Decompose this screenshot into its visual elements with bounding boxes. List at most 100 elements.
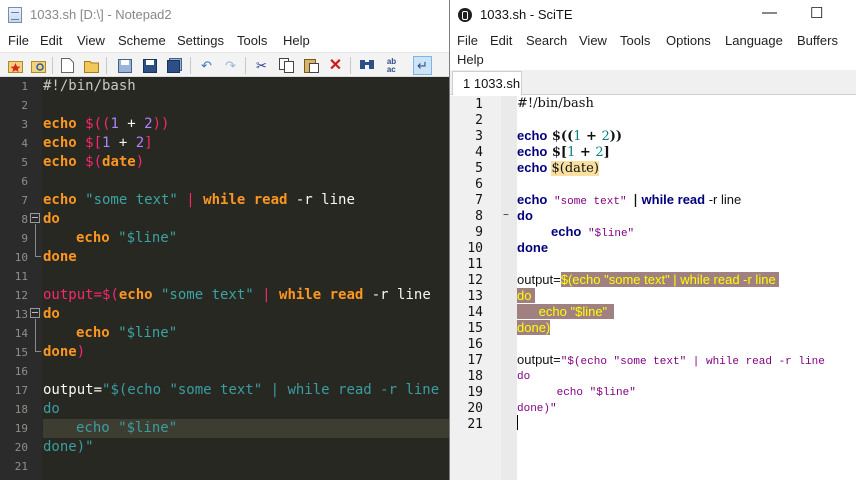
- line-number: 8: [475, 209, 483, 224]
- shebang-comment: #!/bin/bash: [517, 96, 594, 111]
- notepad2-titlebar[interactable]: 1033.sh [D:\] - Notepad2: [0, 0, 449, 30]
- string: "$(echo "some text" | while read -r line: [102, 382, 440, 398]
- np-menu-settings[interactable]: Settings: [177, 33, 224, 48]
- scite-titlebar[interactable]: 1033.sh - SciTE — ☐: [450, 0, 856, 30]
- sc-menu-search[interactable]: Search: [526, 33, 567, 48]
- sc-menu-options[interactable]: Options: [666, 33, 711, 48]
- scite-menubar: File Edit Search View Tools Options Lang…: [450, 30, 856, 70]
- redo-icon[interactable]: ↷: [221, 56, 240, 75]
- sc-menu-help[interactable]: Help: [457, 52, 484, 67]
- code-line-10: done: [43, 249, 77, 265]
- fold-collapse-icon[interactable]: [30, 308, 40, 318]
- line-number: 5: [21, 156, 28, 169]
- sc-menu-file[interactable]: File: [457, 33, 478, 48]
- np-menu-help[interactable]: Help: [283, 33, 310, 48]
- operator: $((: [547, 129, 574, 144]
- backtick-block: $(echo "some text" | while read -r line: [560, 272, 780, 287]
- keyword: while read: [637, 192, 706, 207]
- np-menu-view[interactable]: View: [77, 33, 105, 48]
- command: date: [102, 154, 136, 170]
- find-icon[interactable]: [357, 56, 376, 75]
- keyword: echo: [76, 230, 110, 246]
- line-number: 16: [14, 365, 28, 378]
- browse-icon[interactable]: [29, 56, 48, 75]
- backtick-block: echo "$line": [517, 304, 615, 319]
- keyword: echo: [517, 160, 548, 175]
- np-menu-tools[interactable]: Tools: [237, 33, 267, 48]
- line-number: 7: [475, 193, 483, 208]
- line-number: 13: [467, 289, 483, 304]
- operator: ): [76, 344, 86, 360]
- line-number: 13: [14, 308, 28, 321]
- number: 2: [601, 129, 610, 144]
- favorites-icon[interactable]: [6, 56, 25, 75]
- operator: +: [581, 129, 602, 144]
- keyword: echo: [551, 224, 582, 239]
- scite-fold-margin: [501, 96, 517, 480]
- line-number: 4: [475, 145, 483, 160]
- operator: ]: [603, 145, 610, 160]
- fold-collapse-icon[interactable]: −: [503, 210, 509, 221]
- line-number: 9: [475, 225, 483, 240]
- line-number: 6: [21, 175, 28, 188]
- fold-collapse-icon[interactable]: [30, 213, 40, 223]
- operator: ]: [144, 135, 153, 151]
- keyword: echo: [43, 154, 77, 170]
- sc-menu-edit[interactable]: Edit: [490, 33, 512, 48]
- line-number: 19: [467, 385, 483, 400]
- copy-icon[interactable]: [277, 56, 296, 75]
- save-icon[interactable]: [115, 56, 134, 75]
- tab-1033-sh[interactable]: 1 1033.sh: [452, 71, 522, 95]
- line-number: 20: [14, 441, 28, 454]
- new-icon[interactable]: [58, 56, 77, 75]
- save-copy-icon[interactable]: [165, 56, 184, 75]
- line-number: 6: [475, 177, 483, 192]
- line-number: 17: [14, 384, 28, 397]
- cut-icon[interactable]: ✂: [252, 56, 271, 75]
- np-menu-scheme[interactable]: Scheme: [118, 33, 166, 48]
- keyword: done: [43, 344, 77, 360]
- undo-icon[interactable]: ↶: [197, 56, 216, 75]
- maximize-icon[interactable]: ☐: [810, 4, 823, 22]
- keyword: echo: [43, 192, 77, 208]
- number: 2: [595, 145, 604, 160]
- code-line-3: echo $((1 + 2)): [517, 128, 622, 144]
- sc-menu-language[interactable]: Language: [725, 33, 783, 48]
- code-line-13: do: [517, 288, 536, 304]
- notepad2-editor[interactable]: 1 2 3 4 5 6 7 8 9 10 11 12 13 14 15 16 1…: [0, 77, 449, 480]
- operator: )): [152, 116, 170, 132]
- sc-menu-buffers[interactable]: Buffers: [797, 33, 838, 48]
- code-line-18: do: [43, 401, 60, 417]
- paste-icon[interactable]: [302, 56, 321, 75]
- open-icon[interactable]: [82, 56, 101, 75]
- fold-guide: [35, 319, 36, 351]
- line-number: 18: [467, 369, 483, 384]
- sc-menu-tools[interactable]: Tools: [620, 33, 650, 48]
- np-menu-file[interactable]: File: [8, 33, 29, 48]
- operator: $[: [76, 135, 103, 151]
- scite-editor[interactable]: 1 2 3 4 5 6 7 8 9 10 11 12 13 14 15 16 1…: [450, 96, 856, 480]
- minimize-icon[interactable]: —: [762, 4, 777, 21]
- keyword: do: [43, 211, 60, 227]
- code-line-4: echo $[1 + 2]: [43, 135, 153, 151]
- string: "$line": [581, 228, 635, 240]
- keyword: echo: [517, 128, 548, 143]
- sc-menu-view[interactable]: View: [579, 33, 607, 48]
- line-number: 8: [21, 213, 28, 226]
- number: 1: [110, 116, 119, 132]
- code-line-9: echo "$line": [551, 224, 634, 240]
- save-as-icon[interactable]: [140, 56, 159, 75]
- backtick-block: do: [517, 288, 536, 303]
- replace-icon[interactable]: ab ac: [382, 56, 401, 75]
- scite-title: 1033.sh - SciTE: [480, 7, 573, 22]
- text: -r line: [363, 287, 431, 303]
- operator: )): [609, 129, 623, 144]
- delete-icon[interactable]: ✕: [326, 56, 345, 75]
- word-wrap-icon[interactable]: ↵: [413, 56, 432, 75]
- code-line-12: output=$(echo "some text" | while read -…: [517, 272, 780, 288]
- scite-app-icon: [458, 8, 472, 22]
- fold-guide: [35, 351, 41, 352]
- toolbar-separator: [52, 57, 53, 74]
- code-line-17: output="$(echo "some text" | while read …: [517, 352, 825, 368]
- np-menu-edit[interactable]: Edit: [40, 33, 62, 48]
